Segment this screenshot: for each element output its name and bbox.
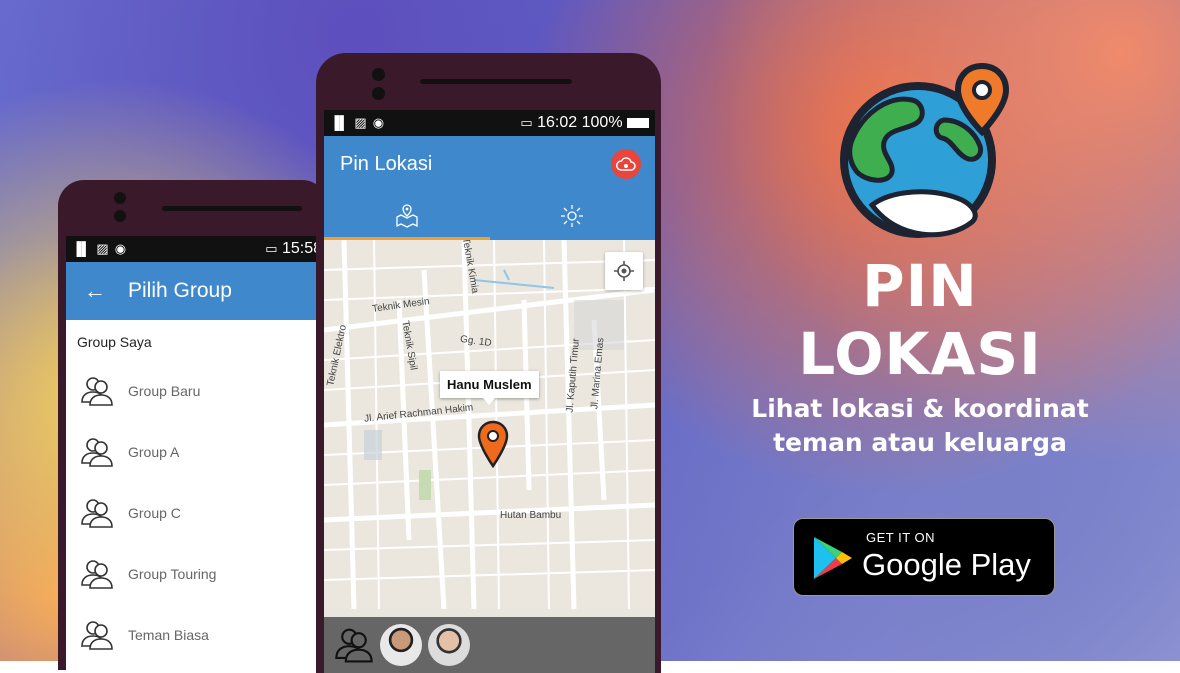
status-bar: ▐▌ ▨ ◉ ▭ 15:58 <box>66 236 328 262</box>
brand-title: PIN LOKASI <box>798 252 1042 388</box>
avatar[interactable] <box>428 624 470 666</box>
cloud-sync-button[interactable] <box>611 149 641 179</box>
sensor <box>372 87 385 100</box>
group-label: Group C <box>128 504 181 521</box>
front-camera <box>114 192 126 204</box>
cloud-icon <box>616 157 636 171</box>
group-item-teman-biasa[interactable]: Teman Biasa <box>66 604 328 665</box>
pin-user-label: Hanu Muslem <box>440 371 539 405</box>
globe-pin-logo <box>840 62 1010 238</box>
page-title: Pin Lokasi <box>340 152 433 175</box>
status-right: ▭ 16:02 100% <box>520 114 649 132</box>
group-users-icon[interactable] <box>334 625 374 665</box>
tab-settings[interactable] <box>490 192 656 240</box>
status-bar: ▐▌ ▨ ◉ ▭ 16:02 100% <box>324 110 655 136</box>
battery-icon <box>627 117 649 128</box>
wifi-icon: ◉ <box>114 241 127 256</box>
group-users-icon <box>81 620 113 650</box>
front-phone: ▐▌ ▨ ◉ ▭ 16:02 100% Pin Lokasi Teknik Me… <box>316 53 661 673</box>
status-icons: ▐▌ ▨ ◉ <box>330 115 384 131</box>
map-view[interactable]: Teknik Mesin Teknik Kimia Teknik Elektro… <box>324 240 655 609</box>
gallery-icon: ▨ <box>354 115 367 130</box>
my-location-button[interactable] <box>605 252 643 290</box>
phone-icon: ▭ <box>265 241 278 256</box>
sensor <box>114 210 126 222</box>
map-pin-icon <box>396 204 418 228</box>
front-phone-screen: ▐▌ ▨ ◉ ▭ 16:02 100% Pin Lokasi Teknik Me… <box>324 110 655 673</box>
settings-gear-icon <box>561 205 584 227</box>
status-time: 16:02 <box>537 114 578 131</box>
gallery-icon: ▨ <box>96 241 109 256</box>
avatar[interactable] <box>380 624 422 666</box>
page-title: Pilih Group <box>128 279 232 302</box>
phone-icon: ▭ <box>520 115 533 130</box>
google-play-button[interactable]: GET IT ON Google Play <box>793 518 1055 596</box>
back-arrow-icon[interactable]: ← <box>84 278 114 304</box>
group-label: Teman Biasa <box>128 626 209 643</box>
tagline: Lihat lokasi & koordinat teman atau kelu… <box>730 392 1110 460</box>
group-label: Group A <box>128 443 180 460</box>
group-item-a[interactable]: Group A <box>66 421 328 482</box>
signal-icon: ▐▌ <box>72 241 91 256</box>
group-label: Group Touring <box>128 565 217 582</box>
app-bar: Pin Lokasi <box>324 136 655 192</box>
app-bar: ← Pilih Group <box>66 262 328 320</box>
tagline-line-1: Lihat lokasi & koordinat <box>751 394 1089 423</box>
location-pin-icon[interactable] <box>476 420 510 468</box>
tagline-line-2: teman atau keluarga <box>773 428 1067 457</box>
front-camera <box>372 68 385 81</box>
wifi-icon: ◉ <box>372 115 385 130</box>
signal-icon: ▐▌ <box>330 115 349 130</box>
group-users-icon <box>81 437 113 467</box>
status-icons: ▐▌ ▨ ◉ <box>72 241 126 257</box>
section-header: Group Saya <box>77 334 152 350</box>
play-button-small-text: GET IT ON <box>866 530 936 545</box>
back-phone: ▐▌ ▨ ◉ ▭ 15:58 ← Pilih Group Group Saya … <box>58 180 328 670</box>
earpiece <box>162 206 302 211</box>
back-phone-screen: ▐▌ ▨ ◉ ▭ 15:58 ← Pilih Group Group Saya … <box>66 236 328 670</box>
earpiece <box>420 79 572 84</box>
group-label: Group Baru <box>128 382 201 399</box>
group-item-baru[interactable]: Group Baru <box>66 360 328 421</box>
tab-bar <box>324 192 655 240</box>
group-item-touring[interactable]: Group Touring <box>66 543 328 604</box>
crosshair-icon <box>614 261 634 281</box>
group-item-c[interactable]: Group C <box>66 482 328 543</box>
battery-percent: 100% <box>581 114 623 131</box>
tab-map[interactable] <box>324 192 490 240</box>
play-button-large-text: Google Play <box>862 547 1031 582</box>
group-users-icon <box>81 559 113 589</box>
street-label: Hutan Bambu <box>500 510 562 521</box>
google-play-icon <box>814 537 852 579</box>
group-users-icon <box>81 376 113 406</box>
status-clock: ▭ 15:58 <box>265 240 322 258</box>
member-bar <box>324 617 655 673</box>
group-users-icon <box>81 498 113 528</box>
